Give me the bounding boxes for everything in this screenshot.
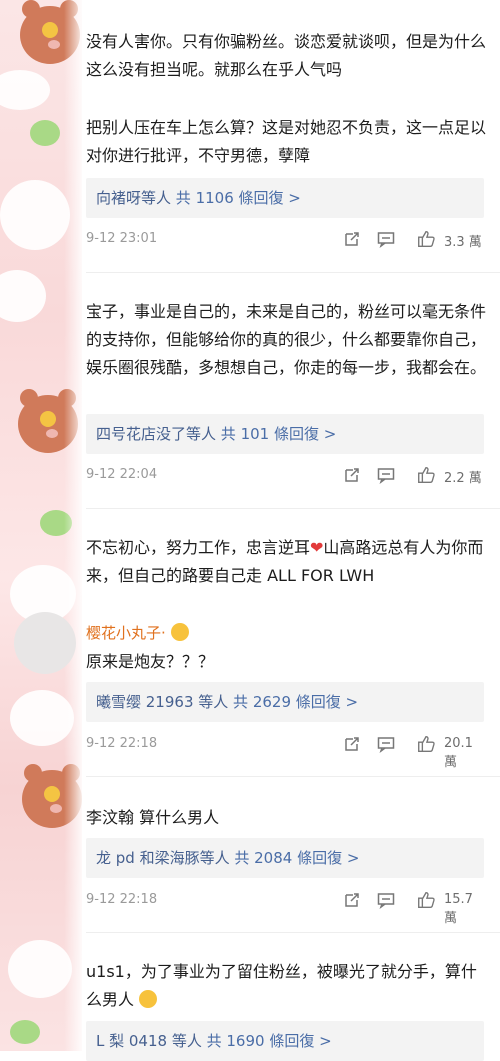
divider xyxy=(86,508,500,509)
reply-summary[interactable]: L 梨 0418 等人 共 1690 條回復 > xyxy=(86,1021,484,1061)
share-icon[interactable] xyxy=(342,465,362,485)
comment-meta: 9-12 23:01 3.3 萬 xyxy=(86,229,484,251)
sub-comment-username[interactable]: 樱花小丸子· xyxy=(86,622,189,643)
comment-text: 李汶翰 算什么男人 xyxy=(86,808,220,827)
reply-users: L 梨 0418 等人 xyxy=(96,1032,202,1050)
decor-dot xyxy=(30,120,60,146)
decor-blob xyxy=(0,180,70,250)
reply-count-link[interactable]: 共 1690 條回復 > xyxy=(207,1032,332,1050)
comment-text: u1s1，为了事业为了留住粉丝，被曝光了就分手，算什么男人 xyxy=(86,958,486,1014)
decor-blob xyxy=(8,940,72,998)
like-icon[interactable] xyxy=(416,734,436,754)
reply-users: 龙 pd 和梁海豚等人 xyxy=(96,849,230,867)
like-icon[interactable] xyxy=(416,229,436,249)
comment-icon[interactable] xyxy=(376,890,396,910)
decor-blob xyxy=(0,270,46,322)
sub-comment-text: 原来是炮友？？？ xyxy=(86,652,215,671)
share-icon[interactable] xyxy=(342,890,362,910)
comment-meta: 9-12 22:18 20.1 萬 xyxy=(86,734,484,770)
reply-users: 曦雪缨 21963 等人 xyxy=(96,693,229,711)
emoji-icon xyxy=(139,990,158,1008)
comment-text: 没有人害你。只有你骗粉丝。谈恋爱就谈呗，但是为什么这么没有担当呢。就那么在乎人气… xyxy=(86,32,487,79)
decorative-background xyxy=(0,0,82,1051)
reply-users: 向褚呀等人 xyxy=(96,189,172,207)
decor-blob xyxy=(0,70,50,110)
like-icon[interactable] xyxy=(416,465,436,485)
emoji-icon xyxy=(170,623,189,641)
comment-time: 9-12 23:01 xyxy=(86,231,158,246)
like-count: 20.1 萬 xyxy=(444,736,473,770)
reply-count-link[interactable]: 共 1106 條回復 > xyxy=(176,189,301,207)
bear-sticker xyxy=(18,389,78,453)
comment-meta: 9-12 22:04 2.2 萬 xyxy=(86,465,484,487)
reply-summary[interactable]: 向褚呀等人 共 1106 條回復 > xyxy=(86,178,484,218)
comment-text: 不忘初心，努力工作，忠言逆耳❤山高路远总有人为你而来，但自己的路要自己走 ALL… xyxy=(86,534,486,590)
comment-time: 9-12 22:04 xyxy=(86,467,158,482)
like-count: 2.2 萬 xyxy=(444,471,482,486)
reply-users: 四号花店没了等人 xyxy=(96,425,217,443)
like-icon[interactable] xyxy=(416,890,436,910)
decor-dot xyxy=(40,510,72,536)
reply-count-link[interactable]: 共 2084 條回復 > xyxy=(234,849,359,867)
divider xyxy=(86,932,500,933)
bear-sticker xyxy=(20,0,80,64)
decor-blob xyxy=(10,690,74,746)
reply-count-link[interactable]: 共 101 條回復 > xyxy=(221,425,337,443)
reply-summary[interactable]: 曦雪缨 21963 等人 共 2629 條回復 > xyxy=(86,682,484,722)
comment-icon[interactable] xyxy=(376,229,396,249)
decor-dot xyxy=(10,1020,40,1044)
comment-icon[interactable] xyxy=(376,734,396,754)
bear-sticker xyxy=(22,764,82,828)
heart-icon: ❤ xyxy=(310,538,324,557)
share-icon[interactable] xyxy=(342,734,362,754)
avatar xyxy=(14,612,76,674)
comment-time: 9-12 22:18 xyxy=(86,892,158,907)
divider xyxy=(86,272,500,273)
comment-time: 9-12 22:18 xyxy=(86,736,158,751)
comment-icon[interactable] xyxy=(376,465,396,485)
reply-summary[interactable]: 龙 pd 和梁海豚等人 共 2084 條回復 > xyxy=(86,838,484,878)
share-icon[interactable] xyxy=(342,229,362,249)
comment-meta: 9-12 22:18 15.7 萬 xyxy=(86,890,484,926)
username-text[interactable]: 樱花小丸子· xyxy=(86,624,166,642)
reply-summary[interactable]: 四号花店没了等人 共 101 條回復 > xyxy=(86,414,484,454)
like-count: 3.3 萬 xyxy=(444,235,482,250)
reply-count-link[interactable]: 共 2629 條回復 > xyxy=(233,693,358,711)
comment-text-part: 不忘初心，努力工作，忠言逆耳 xyxy=(86,538,311,557)
comment-text: 把别人压在车上怎么算？这是对她忍不负责，这一点足以对你进行批评，不守男德，孽障 xyxy=(86,118,487,165)
like-count: 15.7 萬 xyxy=(444,892,473,926)
comment-text: 宝子，事业是自己的，未来是自己的，粉丝可以毫无条件的支持你，但能够给你的真的很少… xyxy=(86,302,487,377)
divider xyxy=(86,776,500,777)
